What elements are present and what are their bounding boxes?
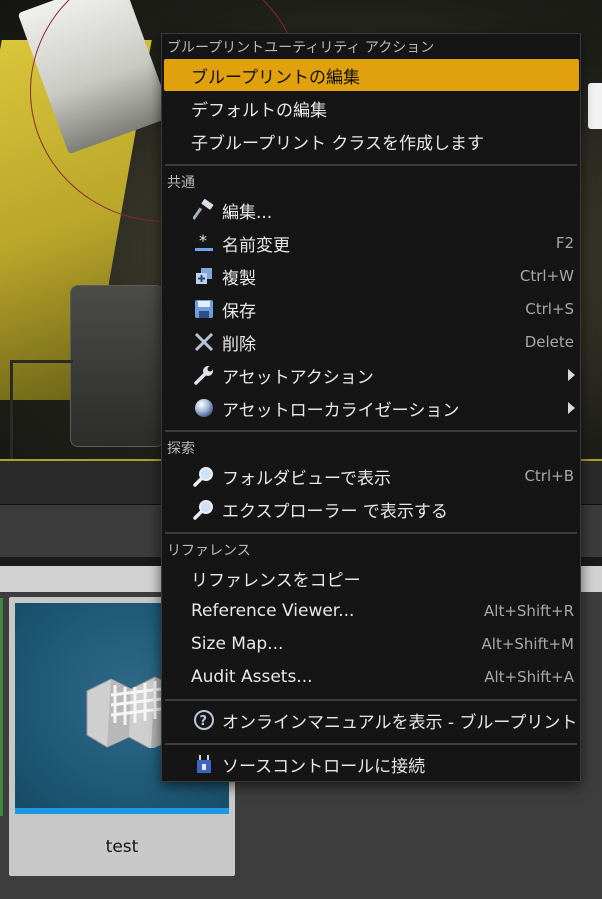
menu-item-save[interactable]: 保存 Ctrl+S <box>164 293 579 325</box>
wrench-icon <box>192 363 216 387</box>
menu-separator <box>165 699 577 701</box>
menu-item-copy-reference[interactable]: リファレンスをコピー <box>164 562 579 594</box>
menu-separator <box>165 430 577 432</box>
svg-text:*: * <box>199 232 207 250</box>
menu-item-label: アセットローカライゼーション <box>222 400 460 421</box>
section-header-reference: リファレンス <box>167 543 251 559</box>
menu-item-label: 編集... <box>222 202 273 223</box>
menu-item-shortcut: F2 <box>555 234 574 252</box>
menu-separator <box>165 532 577 534</box>
menu-item-label: 複製 <box>222 268 256 289</box>
menu-item-size-map[interactable]: Size Map... Alt+Shift+M <box>164 628 579 660</box>
menu-item-shortcut: Ctrl+B <box>524 467 574 485</box>
menu-item-label: アセットアクション <box>222 367 374 388</box>
menu-item-label: デフォルトの編集 <box>191 100 327 121</box>
menu-item-rename[interactable]: * 名前変更 F2 <box>164 227 579 259</box>
section-header-explore: 探索 <box>167 441 195 457</box>
viewport-dark-block <box>70 285 164 447</box>
menu-item-edit[interactable]: 編集... <box>164 194 579 226</box>
menu-item-shortcut: Alt+Shift+A <box>484 668 574 686</box>
plug-icon <box>192 752 216 776</box>
asset-type-bar <box>15 808 229 814</box>
submenu-arrow-icon <box>568 402 575 414</box>
menu-item-label: Audit Assets... <box>191 667 313 687</box>
menu-item-label: オンラインマニュアルを表示 - ブループリント <box>222 712 578 733</box>
menu-item-asset-actions[interactable]: アセットアクション <box>164 359 579 391</box>
menu-item-label: エクスプローラー で表示する <box>222 501 448 522</box>
menu-item-online-manual[interactable]: ? オンラインマニュアルを表示 - ブループリント <box>164 704 579 736</box>
menu-item-label: Reference Viewer... <box>191 601 355 621</box>
menu-item-label: 子ブループリント クラスを作成します <box>191 133 485 154</box>
menu-item-delete[interactable]: 削除 Delete <box>164 326 579 358</box>
hammer-icon <box>192 198 216 222</box>
menu-item-shortcut: Ctrl+S <box>525 300 574 318</box>
selection-edge <box>0 598 3 816</box>
menu-separator <box>165 743 577 745</box>
menu-item-label: ブループリントの編集 <box>191 67 360 88</box>
section-header-common: 共通 <box>167 175 195 191</box>
menu-item-connect-source-control[interactable]: ソースコントロールに接続 <box>164 748 579 780</box>
viewport-side-field[interactable] <box>588 83 602 129</box>
magnifier-icon <box>192 497 216 521</box>
menu-item-label: フォルダビューで表示 <box>222 468 391 489</box>
menu-item-asset-localization[interactable]: アセットローカライゼーション <box>164 392 579 424</box>
menu-item-label: 削除 <box>222 334 256 355</box>
menu-item-duplicate[interactable]: 複製 Ctrl+W <box>164 260 579 292</box>
menu-item-label: 保存 <box>222 301 256 322</box>
menu-item-shortcut: Delete <box>524 333 574 351</box>
menu-item-show-in-folder-view[interactable]: フォルダビューで表示 Ctrl+B <box>164 460 579 492</box>
menu-item-shortcut: Alt+Shift+R <box>484 602 574 620</box>
submenu-arrow-icon <box>568 369 575 381</box>
rename-star-icon: * <box>192 231 216 255</box>
menu-item-shortcut: Ctrl+W <box>519 267 574 285</box>
menu-separator <box>165 164 577 166</box>
menu-item-label: 名前変更 <box>222 235 290 256</box>
menu-item-show-in-explorer[interactable]: エクスプローラー で表示する <box>164 493 579 525</box>
menu-item-create-child-class[interactable]: 子ブループリント クラスを作成します <box>164 125 579 157</box>
menu-item-edit-defaults[interactable]: デフォルトの編集 <box>164 92 579 124</box>
menu-item-audit-assets[interactable]: Audit Assets... Alt+Shift+A <box>164 661 579 693</box>
menu-item-label: ソースコントロールに接続 <box>222 756 426 777</box>
context-menu: ブループリントユーティリティ アクション ブループリントの編集 デフォルトの編集… <box>161 33 581 782</box>
menu-item-label: Size Map... <box>191 634 284 654</box>
delete-x-icon <box>192 330 216 354</box>
duplicate-icon <box>192 264 216 288</box>
magnifier-icon <box>192 464 216 488</box>
menu-item-edit-blueprint[interactable]: ブループリントの編集 <box>164 59 579 91</box>
save-disk-icon <box>192 297 216 321</box>
svg-text:?: ? <box>200 714 208 729</box>
menu-item-reference-viewer[interactable]: Reference Viewer... Alt+Shift+R <box>164 595 579 627</box>
menu-item-label: リファレンスをコピー <box>191 570 361 591</box>
viewport-railing <box>10 360 73 460</box>
menu-item-shortcut: Alt+Shift+M <box>481 635 574 653</box>
asset-name: test <box>105 837 139 857</box>
globe-icon <box>192 396 216 420</box>
help-circle-icon: ? <box>192 708 216 732</box>
section-header-blueprint: ブループリントユーティリティ アクション <box>167 40 435 56</box>
